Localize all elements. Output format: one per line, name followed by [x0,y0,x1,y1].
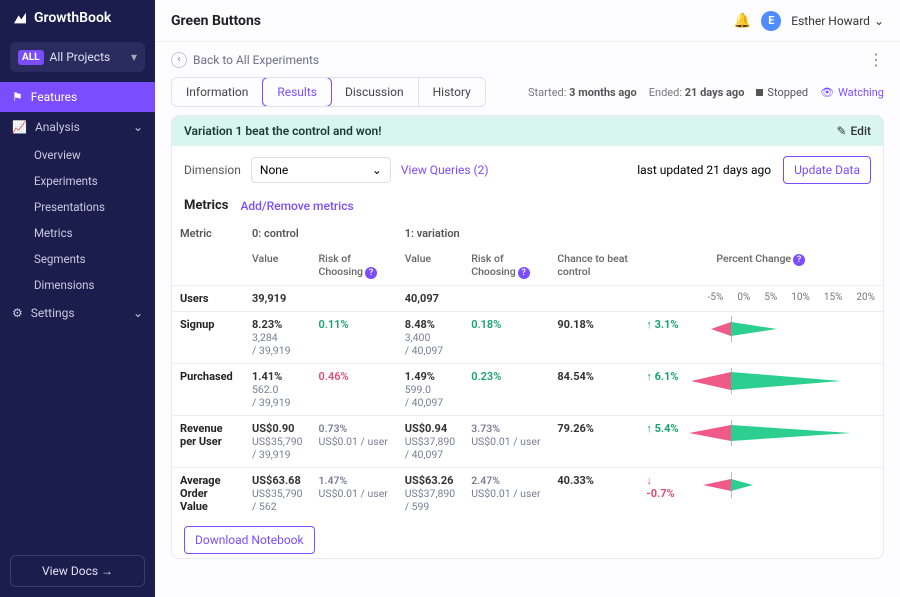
breadcrumb-back[interactable]: ‹ Back to All Experiments [171,52,319,68]
nav-presentations[interactable]: Presentations [34,194,155,220]
gear-icon: ⚙ [12,306,23,320]
edit-button[interactable]: ✎Edit [836,124,871,138]
results-table: Metric 0: control 1: variation Value Ris… [172,221,883,519]
tab-results[interactable]: Results [262,77,332,107]
bell-icon[interactable]: 🔔 [734,13,751,29]
nav-experiments[interactable]: Experiments [34,168,155,194]
chevron-down-icon: ⌄ [133,120,143,134]
nav-features[interactable]: ⚑ Features [0,82,155,112]
page-title: Green Buttons [171,13,261,29]
tab-discussion[interactable]: Discussion [331,78,419,106]
avatar[interactable]: E [761,11,781,31]
user-menu[interactable]: Esther Howard ⌄ [791,14,884,28]
view-docs-button[interactable]: View Docs → [10,555,145,587]
tabs: Information Results Discussion History [171,77,486,107]
dimension-select[interactable]: None⌄ [251,157,391,183]
stop-icon [756,89,763,96]
nav-analysis[interactable]: 📈 Analysis ⌄ [0,112,155,142]
nav-settings[interactable]: ⚙ Settings ⌄ [0,298,155,328]
nav-segments[interactable]: Segments [34,246,155,272]
chevron-down-icon: ⌄ [372,163,382,177]
tab-information[interactable]: Information [172,78,263,106]
help-icon[interactable]: ? [518,267,530,279]
chevron-down-icon: ▾ [131,50,137,64]
row-signup: Signup 8.23%3,284/ 39,919 0.11% 8.48%3,4… [172,312,883,364]
chart-icon: 📈 [12,120,27,134]
more-menu[interactable]: ⋮ [868,50,884,69]
view-queries-link[interactable]: View Queries (2) [401,163,489,177]
metrics-heading: Metrics [184,198,228,213]
brand-logo: GrowthBook [0,0,155,36]
add-remove-metrics-link[interactable]: Add/Remove metrics [240,199,353,213]
growthbook-icon [12,10,28,26]
row-purchased: Purchased 1.41%562.0/ 39,919 0.46% 1.49%… [172,364,883,416]
row-revenue: Revenue per User US$0.90US$35,790/ 39,91… [172,416,883,468]
tab-history[interactable]: History [419,78,485,106]
help-icon[interactable]: ? [365,267,377,279]
update-data-button[interactable]: Update Data [783,156,871,184]
back-icon: ‹ [171,52,187,68]
project-selector[interactable]: ALL All Projects ▾ [10,42,145,72]
nav-metrics[interactable]: Metrics [34,220,155,246]
winner-banner: Variation 1 beat the control and won! ✎E… [172,116,883,146]
flag-icon: ⚑ [12,90,23,104]
dimension-label: Dimension [184,163,241,177]
row-aov: Average Order Value US$63.68US$35,790/ 5… [172,468,883,520]
nav-overview[interactable]: Overview [34,142,155,168]
status-badge: Stopped [756,86,808,99]
last-updated: last updated 21 days ago [637,163,771,177]
nav-dimensions[interactable]: Dimensions [34,272,155,298]
chevron-down-icon: ⌄ [133,306,143,320]
row-users: Users 39,919 40,097 -5%0%5%10%15%20% [172,286,883,312]
help-icon[interactable]: ? [793,254,805,266]
pencil-icon: ✎ [836,124,846,138]
eye-icon: 👁 [820,86,834,99]
chevron-down-icon: ⌄ [874,14,884,28]
download-notebook-button[interactable]: Download Notebook [184,526,315,554]
watching-toggle[interactable]: 👁Watching [820,86,884,99]
